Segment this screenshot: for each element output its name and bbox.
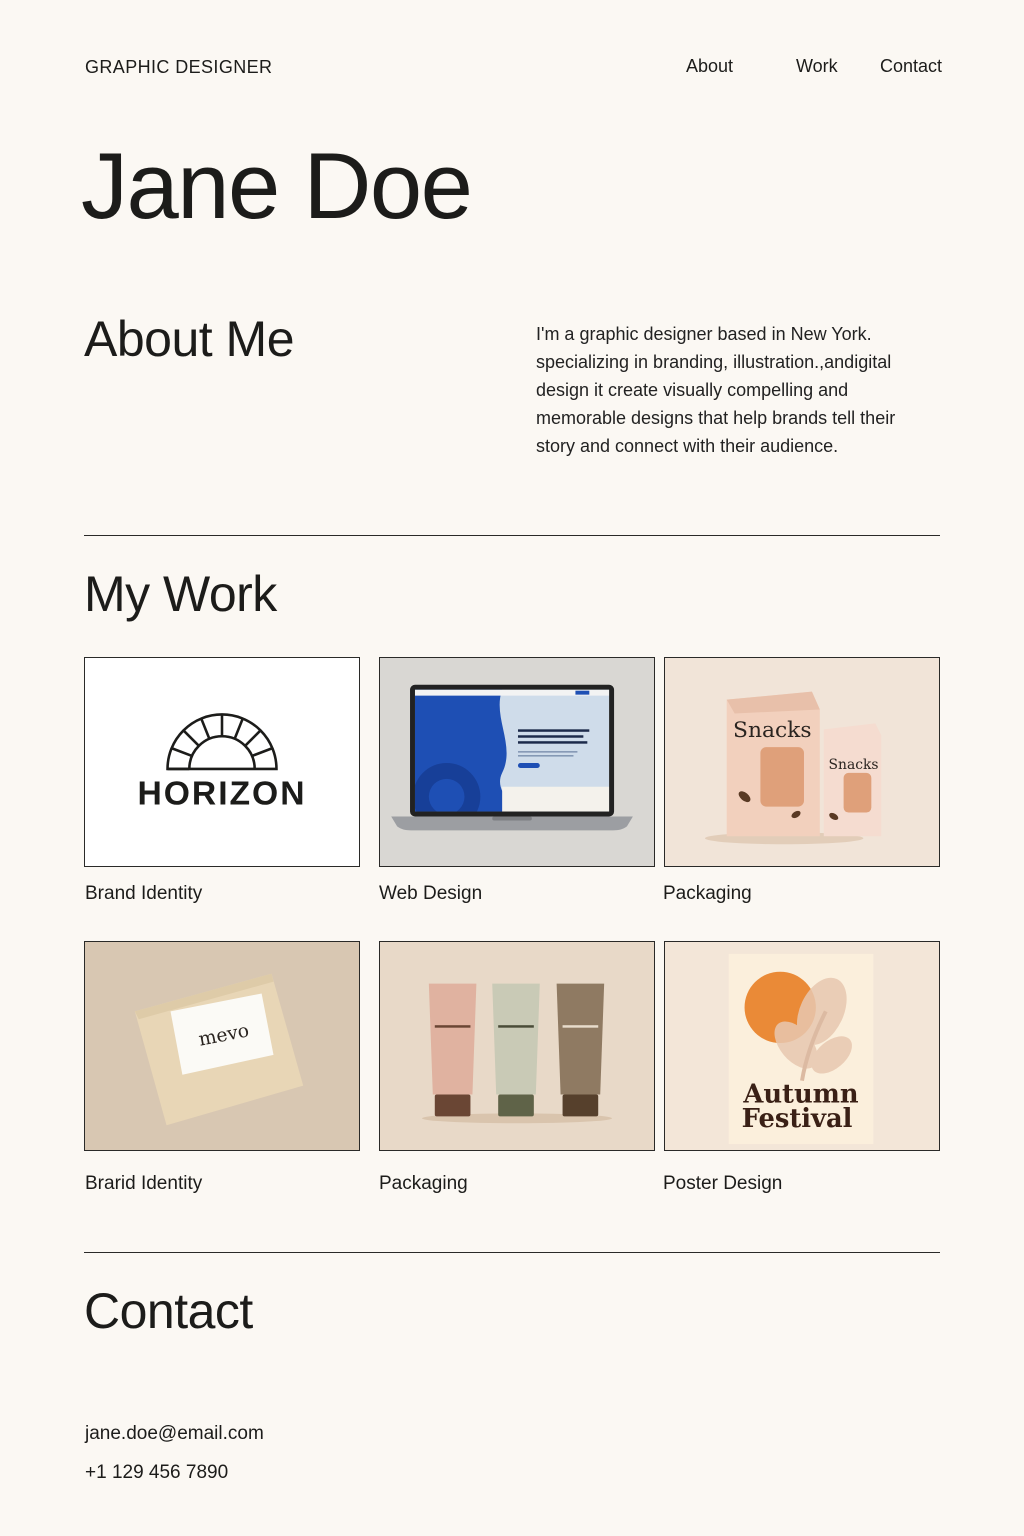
snacks-logo-text-small: Snacks [829, 757, 879, 773]
work-card-brand-identity[interactable]: HORIZON [84, 657, 360, 867]
poster-title-line-2: Festival [742, 1104, 853, 1134]
divider [84, 535, 940, 536]
work-card-packaging-2[interactable] [379, 941, 655, 1151]
nav-contact-link[interactable]: Contact [880, 56, 942, 77]
contact-email[interactable]: jane.doe@email.com [85, 1423, 264, 1445]
work-card-web-design[interactable] [379, 657, 655, 867]
mevo-card-image: mevo [134, 973, 304, 1126]
hero-name: Jane Doe [81, 133, 473, 238]
contact-phone[interactable]: +1 129 456 7890 [85, 1462, 228, 1484]
contact-title: Contact [84, 1283, 253, 1339]
about-body: I'm a graphic designer based in New York… [536, 324, 896, 456]
work-card-brand-identity-2[interactable]: mevo [84, 941, 360, 1151]
nav-about-link[interactable]: About [686, 56, 733, 77]
laptop-mockup-image [391, 684, 633, 831]
work-card-poster-design[interactable]: Autumn Festival [664, 941, 940, 1151]
divider [84, 1252, 940, 1253]
work-caption: Brand Identity [85, 883, 203, 904]
work-caption: Packaging [663, 883, 752, 904]
horizon-logo-text: HORIZON [137, 776, 306, 813]
snacks-logo-text: Snacks [733, 718, 812, 743]
nav-work-link[interactable]: Work [796, 56, 838, 77]
work-caption: Brarid Identity [85, 1173, 203, 1194]
snacks-packaging-image: Snacks Snacks [704, 691, 882, 845]
work-caption: Packaging [379, 1173, 468, 1194]
main-nav: About Work Contact [0, 56, 1024, 80]
horizon-logo-image: HORIZON [137, 713, 306, 813]
work-caption: Poster Design [663, 1173, 783, 1194]
cosmetic-tubes-image [421, 983, 613, 1124]
about-title: About Me [84, 311, 295, 367]
work-card-packaging[interactable]: Snacks Snacks [664, 657, 940, 867]
work-title: My Work [84, 566, 277, 622]
autumn-festival-poster-image: Autumn Festival [728, 953, 874, 1145]
work-caption: Web Design [379, 883, 483, 904]
